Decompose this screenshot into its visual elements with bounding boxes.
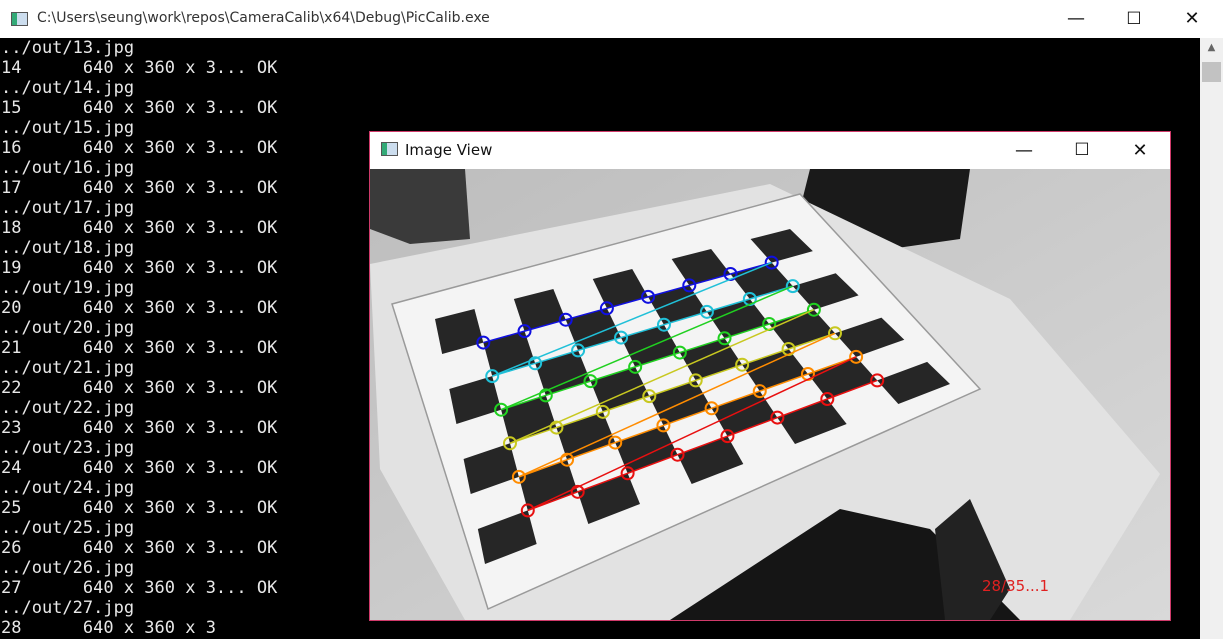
console-line: 28 640 x 360 x 3 bbox=[1, 618, 216, 638]
image-view-maximize-button[interactable]: ☐ bbox=[1053, 132, 1111, 169]
console-scrollbar[interactable]: ▲ bbox=[1200, 38, 1223, 639]
console-minimize-button[interactable]: — bbox=[1047, 0, 1105, 38]
console-line: 15 640 x 360 x 3... OK bbox=[1, 98, 278, 118]
image-view-window: Image View — ☐ ✕ 28/35...1 bbox=[369, 131, 1171, 621]
frame-counter-text: 28/35...1 bbox=[982, 577, 1049, 595]
image-view-minimize-button[interactable]: — bbox=[995, 132, 1053, 169]
console-title: C:\Users\seung\work\repos\CameraCalib\x6… bbox=[37, 10, 490, 26]
console-titlebar[interactable]: C:\Users\seung\work\repos\CameraCalib\x6… bbox=[0, 0, 1223, 38]
console-line: ../out/14.jpg bbox=[1, 78, 135, 98]
equipment-box bbox=[370, 169, 470, 244]
scroll-up-arrow-icon[interactable]: ▲ bbox=[1200, 38, 1223, 58]
console-close-button[interactable]: ✕ bbox=[1163, 0, 1221, 38]
image-view-app-icon bbox=[381, 142, 398, 156]
console-line: ../out/13.jpg bbox=[1, 38, 135, 58]
console-app-icon bbox=[11, 12, 28, 26]
image-view-close-button[interactable]: ✕ bbox=[1111, 132, 1169, 169]
calibration-image: 28/35...1 bbox=[370, 169, 1170, 620]
image-view-titlebar[interactable]: Image View — ☐ ✕ bbox=[370, 132, 1170, 169]
image-canvas: 28/35...1 bbox=[370, 169, 1170, 620]
console-maximize-button[interactable]: ☐ bbox=[1105, 0, 1163, 38]
console-line: 14 640 x 360 x 3... OK bbox=[1, 58, 278, 78]
scroll-thumb[interactable] bbox=[1202, 62, 1221, 82]
image-view-title: Image View bbox=[405, 141, 493, 159]
